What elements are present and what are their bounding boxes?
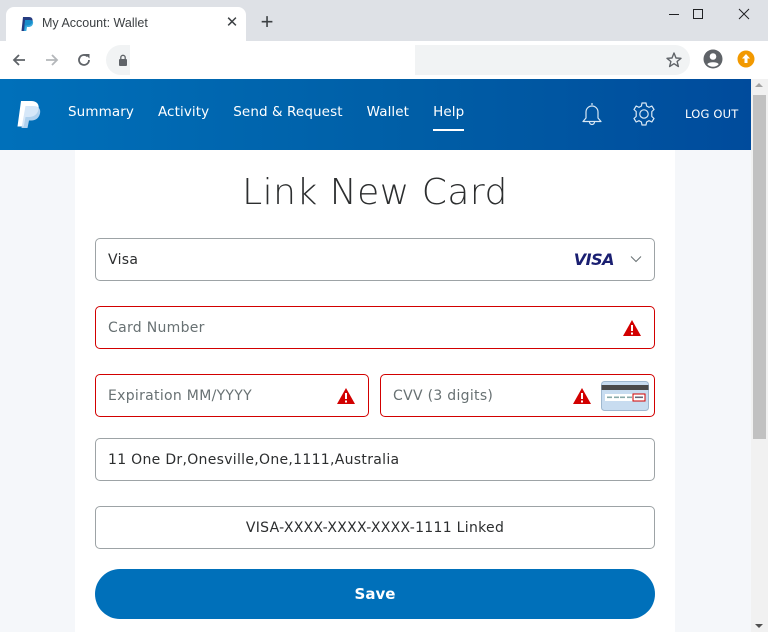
warning-icon — [623, 320, 641, 336]
new-tab-button[interactable]: + — [256, 11, 278, 34]
page-viewport: Summary Activity Send & Request Wallet H… — [0, 79, 751, 632]
card-type-value: Visa — [108, 252, 139, 268]
cvv-input[interactable]: CVV (3 digits) — [380, 374, 655, 417]
expiration-placeholder: Expiration MM/YYYY — [108, 388, 252, 404]
tab-title: My Account: Wallet — [42, 16, 148, 30]
save-button[interactable]: Save — [95, 569, 655, 619]
warning-icon — [573, 388, 591, 404]
update-icon[interactable] — [737, 50, 755, 68]
browser-tab[interactable]: My Account: Wallet ✕ — [6, 7, 246, 41]
paypal-favicon — [21, 17, 34, 31]
nav-activity[interactable]: Activity — [158, 104, 209, 120]
gear-icon[interactable] — [631, 101, 657, 127]
expiration-input[interactable]: Expiration MM/YYYY — [95, 374, 369, 417]
browser-toolbar — [0, 41, 768, 83]
chevron-down-icon — [630, 256, 642, 263]
link-card-form: Link New Card Visa VISA Card Number Expi… — [75, 150, 675, 632]
linked-card-text: VISA-XXXX-XXXX-XXXX-1111 Linked — [245, 520, 505, 536]
linked-card-status: VISA-XXXX-XXXX-XXXX-1111 Linked — [95, 506, 655, 549]
warning-icon — [337, 388, 355, 404]
card-number-input[interactable]: Card Number — [95, 306, 655, 349]
forward-arrow-icon[interactable] — [39, 47, 65, 73]
nav-wallet[interactable]: Wallet — [367, 104, 409, 120]
nav-summary[interactable]: Summary — [68, 104, 134, 120]
close-icon[interactable]: ✕ — [224, 14, 240, 30]
nav-help[interactable]: Help — [433, 104, 465, 131]
nav-send-request[interactable]: Send & Request — [233, 104, 342, 120]
star-icon[interactable] — [665, 51, 683, 69]
back-arrow-icon[interactable] — [6, 47, 32, 73]
maximize-icon[interactable] — [676, 0, 720, 28]
billing-address-value: 11 One Dr,Onesville,One,1111,Australia — [108, 452, 400, 468]
logout-link[interactable]: LOG OUT — [685, 107, 739, 121]
card-number-placeholder: Card Number — [108, 320, 205, 336]
browser-tab-strip: My Account: Wallet ✕ + — [0, 0, 768, 41]
paypal-header: Summary Activity Send & Request Wallet H… — [0, 79, 751, 150]
scroll-up-arrow-icon[interactable] — [755, 83, 763, 87]
reload-icon[interactable] — [71, 47, 97, 73]
card-type-select[interactable]: Visa VISA — [95, 238, 655, 281]
scroll-down-arrow-icon[interactable] — [755, 624, 763, 628]
scroll-thumb[interactable] — [753, 95, 766, 439]
main-nav: Summary Activity Send & Request Wallet H… — [68, 104, 488, 131]
url-redacted — [130, 45, 415, 83]
visa-logo: VISA — [573, 250, 615, 269]
billing-address-field[interactable]: 11 One Dr,Onesville,One,1111,Australia — [95, 438, 655, 481]
page-title: Link New Card — [242, 172, 508, 213]
paypal-logo[interactable] — [16, 99, 42, 129]
bell-icon[interactable] — [579, 101, 605, 127]
address-bar[interactable] — [106, 45, 690, 83]
lock-icon — [119, 54, 127, 66]
window-close-icon[interactable] — [722, 0, 766, 28]
cvv-card-icon — [601, 381, 649, 411]
cvv-placeholder: CVV (3 digits) — [393, 388, 494, 404]
page-scrollbar[interactable] — [751, 79, 768, 632]
profile-icon[interactable] — [703, 49, 723, 69]
